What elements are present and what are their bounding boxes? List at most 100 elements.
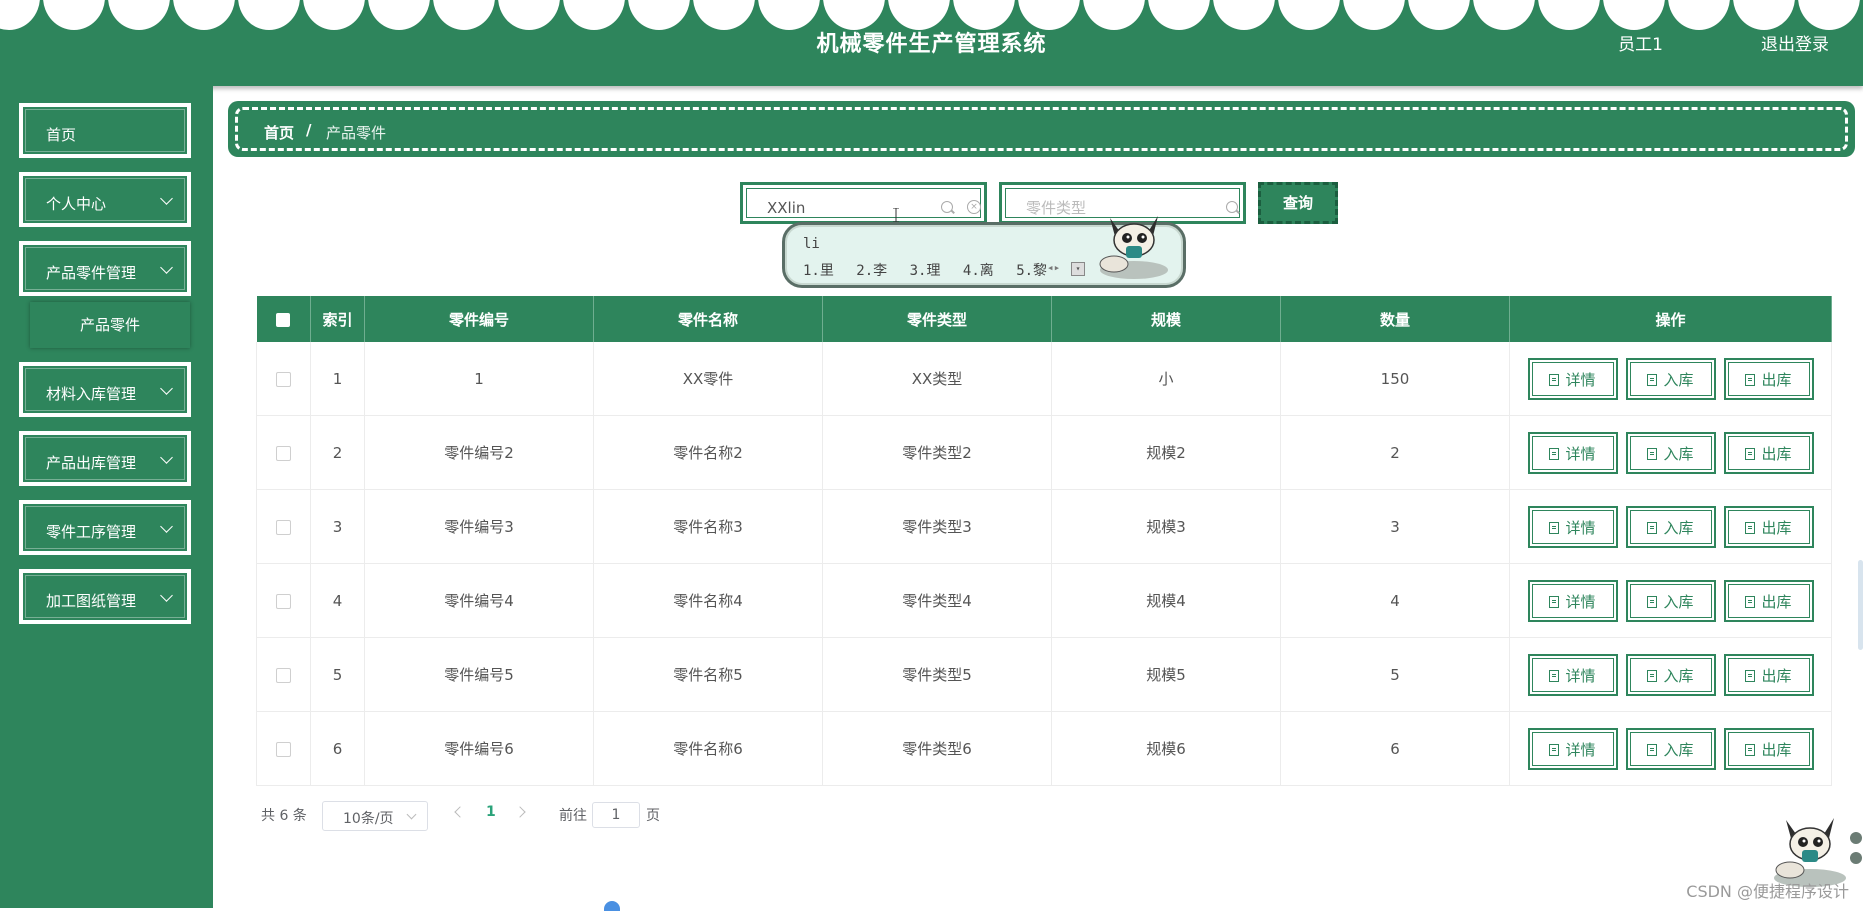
goto-page-input[interactable] bbox=[592, 802, 640, 828]
document-icon bbox=[1549, 743, 1560, 756]
stock-out-button[interactable]: 出库 bbox=[1723, 431, 1814, 474]
chevron-down-icon bbox=[160, 382, 173, 395]
next-page-icon[interactable] bbox=[514, 806, 526, 818]
detail-button[interactable]: 详情 bbox=[1527, 431, 1618, 474]
detail-button[interactable]: 详情 bbox=[1527, 579, 1618, 622]
stock-out-label: 出库 bbox=[1761, 444, 1792, 463]
detail-button[interactable]: 详情 bbox=[1527, 653, 1618, 696]
row-checkbox[interactable] bbox=[276, 519, 291, 535]
row-checkbox[interactable] bbox=[276, 667, 291, 683]
document-icon bbox=[1745, 669, 1756, 682]
document-icon bbox=[1647, 743, 1658, 756]
stock-out-button[interactable]: 出库 bbox=[1723, 727, 1814, 770]
query-button[interactable]: 查询 bbox=[1258, 182, 1338, 224]
app-title: 机械零件生产管理系统 bbox=[816, 32, 1047, 57]
chevron-down-icon bbox=[160, 261, 173, 274]
sidebar-item-process-management[interactable]: 零件工序管理 bbox=[19, 500, 191, 555]
side-scrollbar[interactable] bbox=[1858, 560, 1863, 650]
index-cell: 1 bbox=[310, 342, 365, 416]
column-header: 规模 bbox=[1051, 296, 1281, 342]
table-row: 5 零件编号5 零件名称5 零件类型5 规模5 5 详情 入库 出库 bbox=[256, 637, 1832, 712]
row-checkbox[interactable] bbox=[276, 593, 291, 609]
stock-in-button[interactable]: 入库 bbox=[1625, 357, 1716, 400]
search-icon bbox=[941, 201, 953, 213]
table-row: 6 零件编号6 零件名称6 零件类型6 规模6 6 详情 入库 出库 bbox=[256, 711, 1832, 786]
stock-out-button-frame: 出库 bbox=[1727, 657, 1810, 692]
ime-candidate[interactable]: 5.黎 bbox=[1016, 263, 1047, 279]
quantity-cell: 2 bbox=[1280, 415, 1510, 490]
row-checkbox[interactable] bbox=[276, 371, 291, 387]
actions-cell: 详情 入库 出库 bbox=[1509, 342, 1832, 416]
ime-page-arrows-icon[interactable]: ◂▸ bbox=[1047, 261, 1060, 274]
sidebar-subitem-parts[interactable]: 产品零件 bbox=[30, 302, 190, 348]
sidebar-item-material-inbound[interactable]: 材料入库管理 bbox=[19, 362, 191, 417]
sidebar-item-label: 产品零件管理 bbox=[46, 264, 137, 282]
table-header-row: 索引 零件编号 零件名称 零件类型 规模 数量 操作 bbox=[256, 296, 1832, 342]
scroll-indicator[interactable] bbox=[604, 901, 620, 911]
stock-in-button[interactable]: 入库 bbox=[1625, 505, 1716, 548]
sidebar-item-drawing-management[interactable]: 加工图纸管理 bbox=[19, 569, 191, 624]
stock-out-label: 出库 bbox=[1761, 740, 1792, 759]
page-size-select[interactable]: 10条/页 bbox=[322, 801, 428, 831]
sidebar-item-home[interactable]: 首页 bbox=[19, 103, 191, 158]
stock-out-label: 出库 bbox=[1761, 518, 1792, 537]
document-icon bbox=[1549, 595, 1560, 608]
stock-in-button[interactable]: 入库 bbox=[1625, 727, 1716, 770]
stock-out-button[interactable]: 出库 bbox=[1723, 579, 1814, 622]
stock-out-button[interactable]: 出库 bbox=[1723, 357, 1814, 400]
document-icon bbox=[1647, 595, 1658, 608]
table-row: 4 零件编号4 零件名称4 零件类型4 规模4 4 详情 入库 出库 bbox=[256, 563, 1832, 638]
search-icon bbox=[1226, 201, 1238, 213]
goto-label: 前往 bbox=[559, 808, 587, 824]
logout-link[interactable]: 退出登录 bbox=[1761, 30, 1829, 55]
document-icon bbox=[1549, 521, 1560, 534]
stock-in-label: 入库 bbox=[1663, 518, 1694, 537]
select-all-checkbox[interactable] bbox=[276, 312, 291, 327]
quantity-cell: 150 bbox=[1280, 342, 1510, 416]
sidebar-item-product-outbound[interactable]: 产品出库管理 bbox=[19, 431, 191, 486]
stock-in-button[interactable]: 入库 bbox=[1625, 431, 1716, 474]
sidebar-item-parts-management[interactable]: 产品零件管理 bbox=[19, 241, 191, 296]
row-select-cell bbox=[256, 711, 311, 786]
sidebar-item-label: 个人中心 bbox=[46, 195, 107, 213]
ime-candidate[interactable]: 4.离 bbox=[963, 263, 994, 279]
breadcrumb-home[interactable]: 首页 bbox=[264, 122, 294, 143]
clear-icon[interactable]: × bbox=[967, 200, 981, 214]
index-cell: 5 bbox=[310, 637, 365, 712]
column-header: 数量 bbox=[1280, 296, 1510, 342]
ime-candidate[interactable]: 3.理 bbox=[910, 263, 941, 279]
column-header: 零件编号 bbox=[364, 296, 594, 342]
page-number-current[interactable]: 1 bbox=[486, 804, 496, 820]
chevron-down-icon bbox=[160, 589, 173, 602]
sidebar: 首页 个人中心 产品零件管理 产品零件 材料入库管理 产品出库管理 零件工序管理… bbox=[0, 86, 213, 908]
detail-button[interactable]: 详情 bbox=[1527, 357, 1618, 400]
stock-in-label: 入库 bbox=[1663, 740, 1694, 759]
prev-page-icon[interactable] bbox=[454, 806, 466, 818]
scale-cell: 规模3 bbox=[1051, 489, 1281, 564]
select-all-header[interactable] bbox=[256, 296, 311, 342]
type-cell: 零件类型5 bbox=[822, 637, 1052, 712]
stock-in-button[interactable]: 入库 bbox=[1625, 653, 1716, 696]
stock-out-button[interactable]: 出库 bbox=[1723, 653, 1814, 696]
stock-in-button[interactable]: 入库 bbox=[1625, 579, 1716, 622]
chevron-down-icon bbox=[160, 451, 173, 464]
ime-candidate[interactable]: 1.里 bbox=[803, 263, 834, 279]
detail-button[interactable]: 详情 bbox=[1527, 505, 1618, 548]
row-checkbox[interactable] bbox=[276, 741, 291, 757]
row-select-cell bbox=[256, 637, 311, 712]
column-header: 操作 bbox=[1509, 296, 1832, 342]
ime-expand-icon[interactable]: ▾ bbox=[1071, 262, 1085, 276]
index-cell: 2 bbox=[310, 415, 365, 490]
type-cell: XX类型 bbox=[822, 342, 1052, 416]
chevron-down-icon bbox=[160, 192, 173, 205]
stock-out-label: 出库 bbox=[1761, 592, 1792, 611]
scale-cell: 规模4 bbox=[1051, 563, 1281, 638]
name-cell: 零件名称3 bbox=[593, 489, 823, 564]
part-name-search[interactable]: × bbox=[740, 182, 987, 224]
sidebar-item-personal-center[interactable]: 个人中心 bbox=[19, 172, 191, 227]
detail-button[interactable]: 详情 bbox=[1527, 727, 1618, 770]
row-checkbox[interactable] bbox=[276, 445, 291, 461]
document-icon bbox=[1549, 373, 1560, 386]
stock-out-button[interactable]: 出库 bbox=[1723, 505, 1814, 548]
ime-candidate[interactable]: 2.李 bbox=[856, 263, 887, 279]
